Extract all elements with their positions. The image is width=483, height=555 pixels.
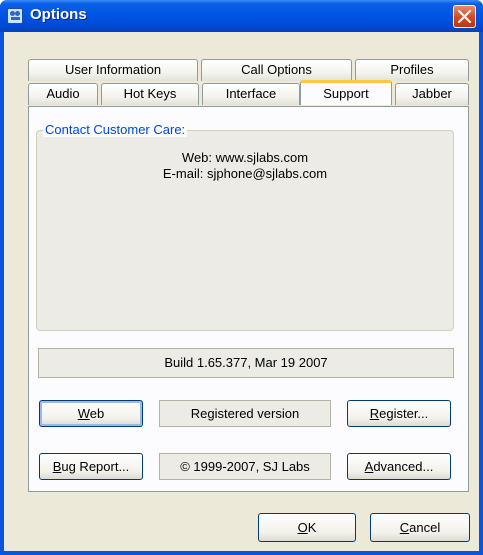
title-bar[interactable]: Options	[0, 0, 483, 32]
bug-report-button[interactable]: Bug Report...	[39, 453, 143, 480]
register-label: egister...	[379, 406, 429, 421]
web-mnemonic: W	[77, 406, 90, 421]
advanced-label: dvanced...	[373, 459, 434, 474]
ok-label: K	[307, 520, 317, 535]
tab-interface[interactable]: Interface	[202, 83, 300, 105]
window-title: Options	[30, 6, 87, 23]
tab-hot-keys[interactable]: Hot Keys	[101, 83, 199, 105]
tab-profiles[interactable]: Profiles	[355, 59, 469, 81]
build-info: Build 1.65.377, Mar 19 2007	[38, 348, 454, 378]
copyright-text: © 1999-2007, SJ Labs	[159, 453, 331, 480]
contact-web: Web: www.sjlabs.com	[181, 150, 309, 165]
web-label: eb	[89, 406, 105, 421]
close-icon	[458, 10, 471, 23]
cancel-mnemonic: C	[399, 520, 410, 535]
ok-mnemonic: O	[297, 520, 308, 535]
close-button[interactable]	[453, 5, 476, 28]
contact-legend: Contact Customer Care:	[43, 122, 188, 137]
tab-user-information[interactable]: User Information	[28, 59, 198, 81]
tab-call-options[interactable]: Call Options	[201, 59, 352, 81]
register-mnemonic: R	[369, 406, 380, 421]
cancel-button[interactable]: Cancel	[370, 513, 470, 542]
app-icon	[7, 8, 23, 24]
tab-jabber[interactable]: Jabber	[395, 83, 469, 105]
register-button[interactable]: Register...	[347, 400, 451, 427]
advanced-button[interactable]: Advanced...	[347, 453, 451, 480]
cancel-label: ancel	[409, 520, 441, 535]
registration-status: Registered version	[159, 400, 331, 427]
tab-audio[interactable]: Audio	[28, 83, 98, 105]
tab-support[interactable]: Support	[300, 80, 392, 105]
contact-email: E-mail: sjphone@sjlabs.com	[162, 166, 328, 181]
ok-button[interactable]: OK	[258, 513, 356, 542]
web-button[interactable]: Web	[39, 400, 143, 427]
bug-label: ug Report...	[61, 459, 130, 474]
